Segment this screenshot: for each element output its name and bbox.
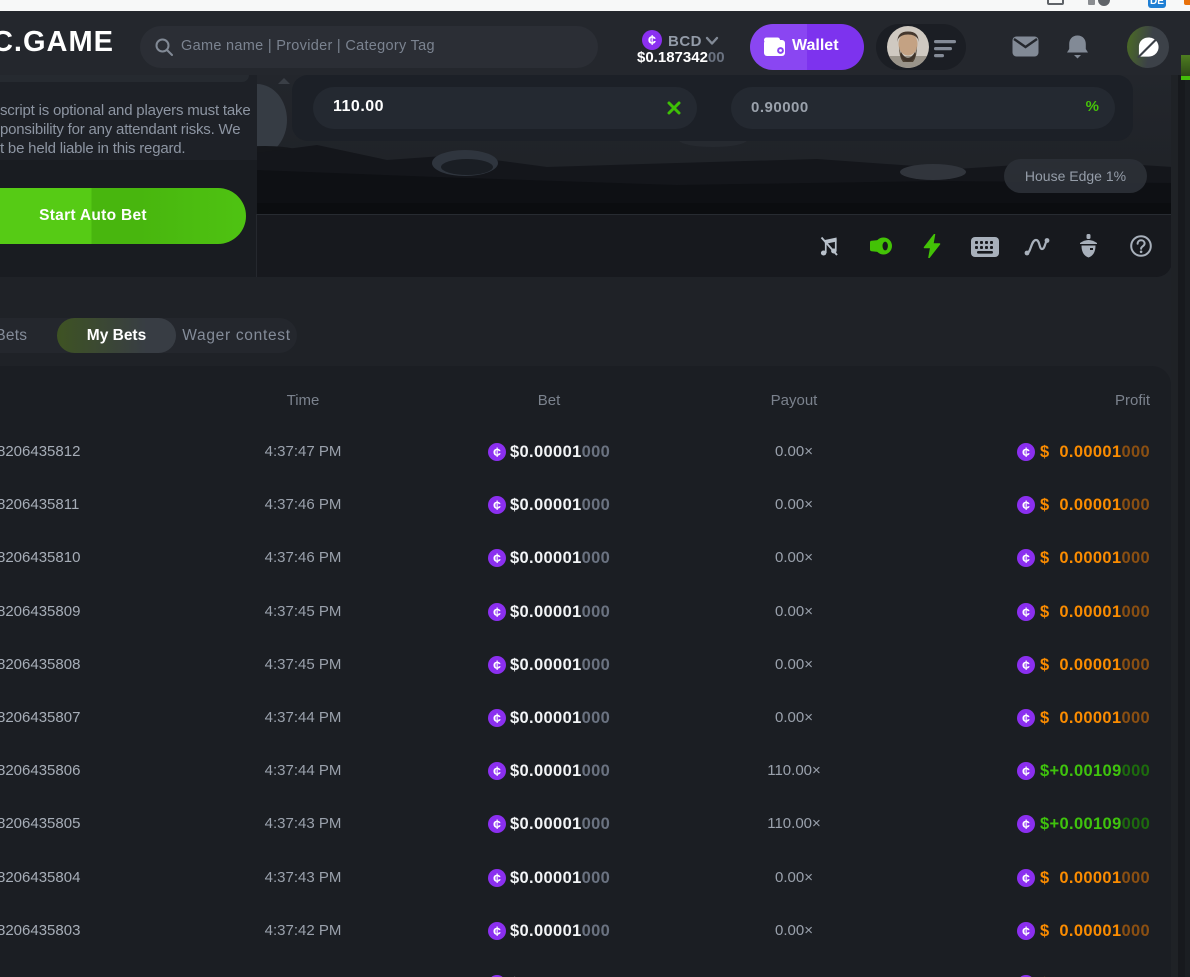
svg-text:¢: ¢ — [493, 763, 501, 779]
svg-text:¢: ¢ — [1022, 657, 1030, 673]
svg-text:¢: ¢ — [493, 604, 501, 620]
svg-text:¢: ¢ — [493, 816, 501, 832]
svg-text:¢: ¢ — [1022, 497, 1030, 513]
svg-text:¢: ¢ — [1022, 710, 1030, 726]
svg-text:¢: ¢ — [493, 497, 501, 513]
svg-text:¢: ¢ — [1022, 923, 1030, 939]
svg-text:¢: ¢ — [1022, 870, 1030, 886]
svg-text:¢: ¢ — [493, 870, 501, 886]
svg-text:¢: ¢ — [1022, 550, 1030, 566]
svg-text:¢: ¢ — [493, 657, 501, 673]
svg-text:¢: ¢ — [1022, 763, 1030, 779]
svg-text:¢: ¢ — [493, 710, 501, 726]
svg-text:¢: ¢ — [1022, 816, 1030, 832]
svg-text:¢: ¢ — [493, 550, 501, 566]
svg-text:¢: ¢ — [1022, 604, 1030, 620]
svg-text:¢: ¢ — [1022, 444, 1030, 460]
svg-text:¢: ¢ — [648, 33, 656, 49]
svg-text:¢: ¢ — [493, 444, 501, 460]
svg-text:¢: ¢ — [493, 923, 501, 939]
